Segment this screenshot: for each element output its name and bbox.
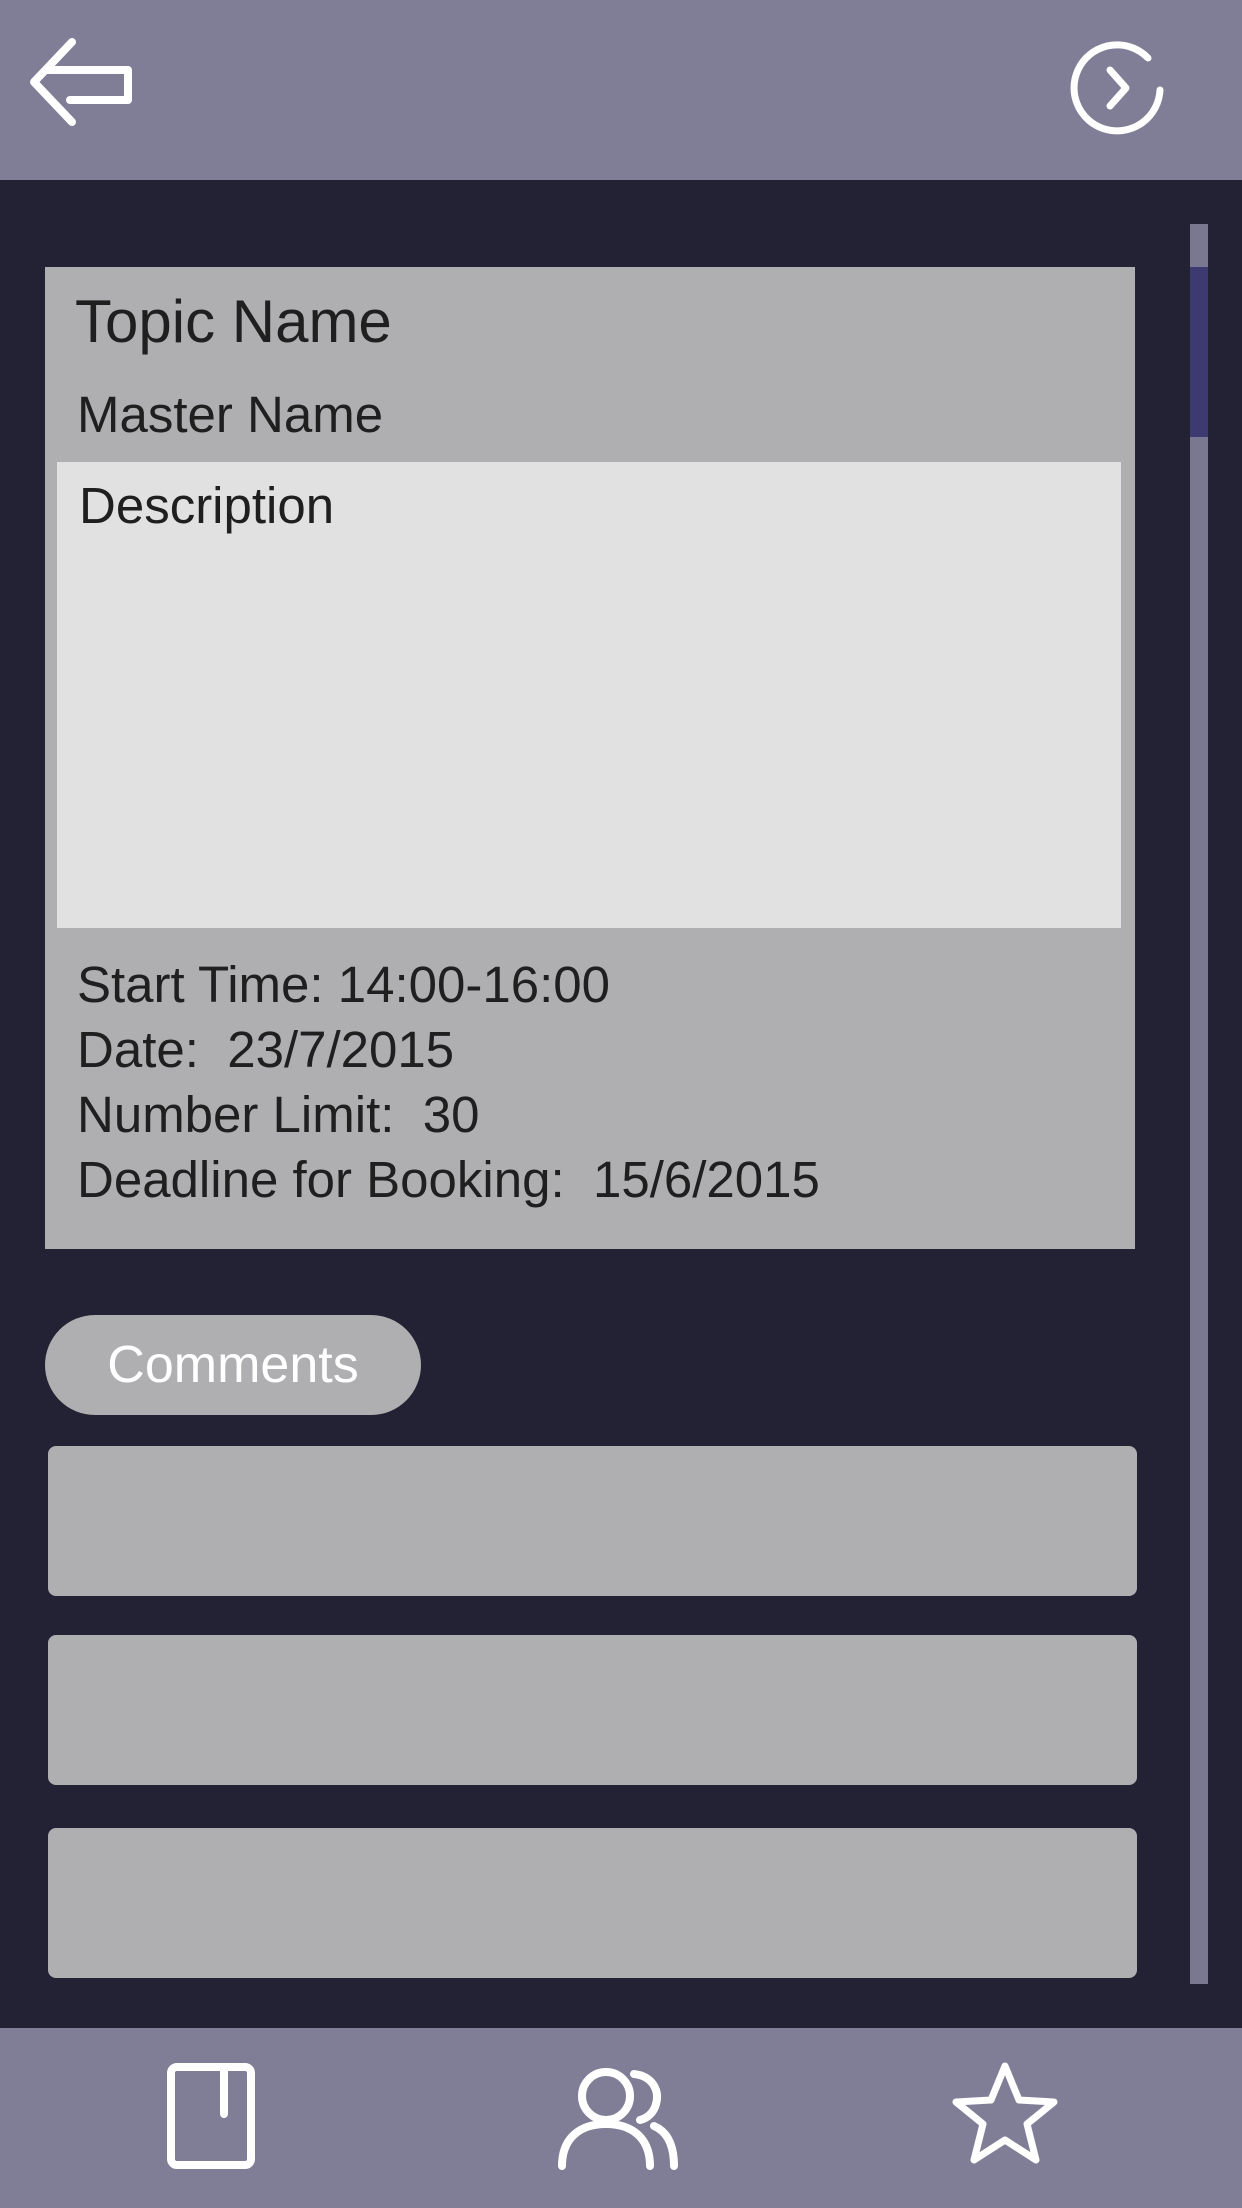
top-app-bar (0, 0, 1242, 180)
nav-star-button[interactable] (950, 2060, 1060, 2170)
master-name: Master Name (77, 386, 384, 443)
forward-button[interactable] (1068, 40, 1168, 140)
booking-deadline: Deadline for Booking: 15/6/2015 (77, 1151, 820, 1208)
topic-name: Topic Name (75, 288, 392, 355)
bottom-nav-bar (0, 2028, 1242, 2208)
start-time: Start Time: 14:00-16:00 (77, 956, 610, 1013)
comments-label: Comments (107, 1336, 359, 1394)
scrollbar-thumb[interactable] (1190, 267, 1208, 437)
event-card: Topic Name Master Name Description Start… (45, 267, 1135, 1249)
comment-item[interactable] (48, 1635, 1137, 1785)
description-box: Description (57, 462, 1121, 928)
comment-item[interactable] (48, 1446, 1137, 1596)
nav-people-button[interactable] (556, 2066, 680, 2170)
chevron-right-circle-icon (1070, 41, 1164, 135)
scrollbar[interactable] (1190, 224, 1208, 1984)
back-button[interactable] (28, 36, 138, 132)
star-icon (952, 2062, 1058, 2164)
number-limit: Number Limit: 30 (77, 1086, 480, 1143)
event-date: Date: 23/7/2015 (77, 1021, 455, 1078)
back-arrow-icon (30, 38, 132, 126)
people-icon (558, 2068, 678, 2170)
book-icon (167, 2063, 255, 2169)
description-text: Description (79, 477, 335, 534)
comments-button[interactable]: Comments (45, 1315, 421, 1415)
comment-item[interactable] (48, 1828, 1137, 1978)
nav-book-button[interactable] (166, 2062, 258, 2172)
